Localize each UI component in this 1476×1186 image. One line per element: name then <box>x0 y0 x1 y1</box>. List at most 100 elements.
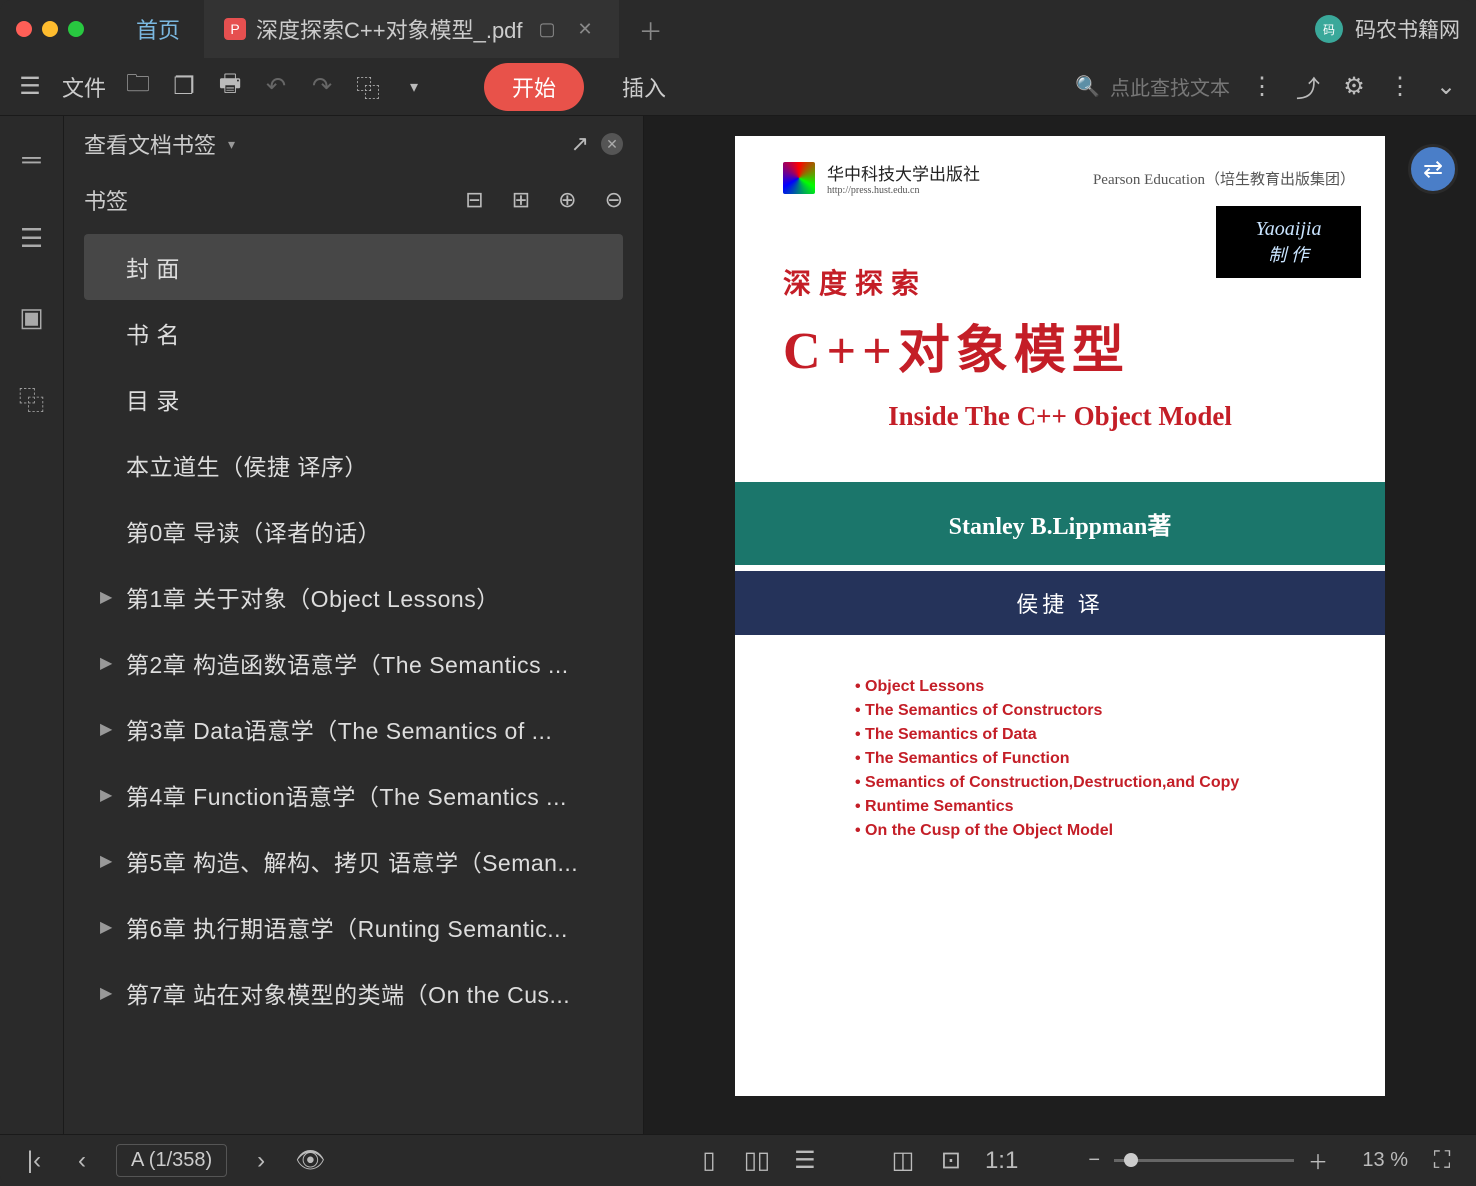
collapse-icon[interactable]: ⌄ <box>1432 72 1460 101</box>
caret-right-icon[interactable]: ▶ <box>100 785 114 805</box>
bookmark-label: 封 面 <box>126 250 180 284</box>
bookmark-item[interactable]: ▶ 第1章 关于对象（Object Lessons） <box>84 564 623 630</box>
file-menu-button[interactable]: 文件 <box>62 71 106 103</box>
bookmark-label: 第1章 关于对象（Object Lessons） <box>126 580 500 614</box>
caret-right-icon[interactable]: ▶ <box>100 917 114 937</box>
copy-icon[interactable]: ❐ <box>170 72 198 101</box>
caret-right-icon[interactable]: ▶ <box>100 653 114 673</box>
sidebar: 查看文档书签 ▾ ↗ ✕ 书签 ⊟ ⊞ ⊕ ⊖ ▶封 面▶书 名▶目 录▶本立道… <box>64 116 644 1134</box>
add-tab-button[interactable]: ＋ <box>619 12 683 47</box>
bookmark-item[interactable]: ▶ 第3章 Data语意学（The Semantics of ... <box>84 696 623 762</box>
badge-line-1: Yaoaijia <box>1256 218 1322 241</box>
translate-button[interactable]: ⇄ <box>1408 144 1458 194</box>
prev-page-icon[interactable]: ‹ <box>68 1147 96 1175</box>
bookmark-item[interactable]: ▶本立道生（侯捷 译序） <box>84 432 623 498</box>
close-sidebar-icon[interactable]: ✕ <box>601 133 623 155</box>
gear-icon[interactable]: ⚙ <box>1340 72 1368 101</box>
expand-all-icon[interactable]: ⊞ <box>512 187 530 213</box>
share-icon[interactable]: ⤴ <box>1294 69 1322 104</box>
bookmark-item[interactable]: ▶第0章 导读（译者的话） <box>84 498 623 564</box>
minimize-window-button[interactable] <box>42 21 58 37</box>
remove-bookmark-icon[interactable]: ⊖ <box>605 187 623 213</box>
undo-icon[interactable]: ↶ <box>262 72 290 101</box>
topic-item: Object Lessons <box>855 675 1355 699</box>
outline-toggle-icon[interactable]: ═ <box>22 144 40 175</box>
close-window-button[interactable] <box>16 21 32 37</box>
topic-item: Semantics of Construction,Destruction,an… <box>855 771 1355 795</box>
single-page-icon[interactable]: ▯ <box>695 1146 723 1175</box>
caret-right-icon[interactable]: ▶ <box>100 851 114 871</box>
zoom-in-icon[interactable]: ＋ <box>1308 1146 1328 1175</box>
menu-icon[interactable]: ☰ <box>16 72 44 101</box>
slider-track[interactable] <box>1114 1159 1294 1162</box>
user-area[interactable]: 码 码农书籍网 <box>1315 14 1460 44</box>
user-name-label: 码农书籍网 <box>1355 14 1460 44</box>
open-folder-icon[interactable]: 🗀 <box>124 66 152 107</box>
topic-item: On the Cusp of the Object Model <box>855 819 1355 843</box>
bookmark-item[interactable]: ▶第7章 站在对象模型的类端（On the Cus... <box>84 960 623 1026</box>
fullscreen-icon[interactable]: ⛶ <box>1428 1147 1456 1175</box>
caret-right-icon[interactable]: ▶ <box>100 719 114 739</box>
bookmark-item[interactable]: ▶第5章 构造、解构、拷贝 语意学（Seman... <box>84 828 623 894</box>
caret-right-icon[interactable]: ▶ <box>100 587 114 607</box>
chevron-down-icon[interactable]: ▾ <box>228 136 235 153</box>
bookmark-label: 第6章 执行期语意学（Runting Semantic... <box>126 910 568 944</box>
bookmark-item[interactable]: ▶第4章 Function语意学（The Semantics ... <box>84 762 623 828</box>
topic-item: The Semantics of Data <box>855 723 1355 747</box>
first-page-icon[interactable]: |‹ <box>20 1147 48 1175</box>
insert-menu-button[interactable]: 插入 <box>622 71 666 103</box>
collapse-all-icon[interactable]: ⊟ <box>465 187 483 213</box>
redo-icon[interactable]: ↷ <box>308 72 336 101</box>
pearson-label: Pearson Education（培生教育出版集团） <box>1093 168 1355 189</box>
bookmark-label: 第2章 构造函数语意学（The Semantics ... <box>126 646 569 680</box>
start-button[interactable]: 开始 <box>484 63 584 111</box>
bookmark-item[interactable]: ▶ 第6章 执行期语意学（Runting Semantic... <box>84 894 623 960</box>
page-indicator-input[interactable]: A (1/358) <box>116 1144 227 1177</box>
bookmark-item[interactable]: ▶封 面 <box>84 234 623 300</box>
slider-thumb[interactable] <box>1124 1153 1138 1167</box>
list-icon[interactable]: ☰ <box>20 223 43 254</box>
next-page-icon[interactable]: › <box>247 1147 275 1175</box>
chevron-down-icon[interactable]: ▾ <box>400 77 428 97</box>
zoom-out-icon[interactable]: − <box>1088 1149 1100 1172</box>
tab-home-label: 首页 <box>136 13 180 45</box>
avatar: 码 <box>1315 15 1343 43</box>
search-area[interactable]: 🔍 点此查找文本 <box>1075 72 1230 101</box>
two-page-icon[interactable]: ▯▯ <box>743 1146 771 1175</box>
print-icon[interactable]: 🖶 <box>216 66 244 107</box>
screenshot-icon[interactable]: ⿻ <box>354 69 382 104</box>
tab-document[interactable]: P 深度探索C++对象模型_.pdf ▢ ✕ <box>204 0 619 58</box>
bookmark-item[interactable]: ▶ 第2章 构造函数语意学（The Semantics ... <box>84 630 623 696</box>
expand-icon[interactable]: ↗ <box>571 131 589 157</box>
search-placeholder: 点此查找文本 <box>1110 72 1230 101</box>
external-display-icon[interactable]: ▢ <box>533 19 562 40</box>
thumbnail-icon[interactable]: ▣ <box>19 302 44 333</box>
maximize-window-button[interactable] <box>68 21 84 37</box>
tab-strip: 首页 P 深度探索C++对象模型_.pdf ▢ ✕ ＋ <box>112 0 1303 58</box>
search-icon: 🔍 <box>1075 74 1100 99</box>
caret-right-icon[interactable]: ▶ <box>100 983 114 1003</box>
bookmark-label: 第0章 导读（译者的话） <box>126 514 381 548</box>
actual-size-icon[interactable]: 1:1 <box>985 1147 1018 1175</box>
publisher-name: 华中科技大学出版社 <box>827 160 980 185</box>
bookmark-item[interactable]: ▶目 录 <box>84 366 623 432</box>
zoom-slider[interactable]: − ＋ <box>1088 1146 1328 1175</box>
author-band: Stanley B.Lippman著 <box>735 482 1385 565</box>
fit-width-icon[interactable]: ◫ <box>889 1146 917 1175</box>
bookmark-label: 第3章 Data语意学（The Semantics of ... <box>126 712 552 746</box>
more-vertical-icon[interactable]: ⋮ <box>1248 72 1276 101</box>
close-tab-icon[interactable]: ✕ <box>572 19 599 40</box>
bookmark-label: 书 名 <box>126 316 180 350</box>
attachment-icon[interactable]: ⿻ <box>18 381 44 418</box>
add-bookmark-icon[interactable]: ⊕ <box>558 187 576 213</box>
fit-page-icon[interactable]: ⊡ <box>937 1146 965 1175</box>
viewer-content[interactable]: 华中科技大学出版社 http://press.hust.edu.cn Pears… <box>644 116 1476 1134</box>
overflow-icon[interactable]: ⋮ <box>1386 72 1414 101</box>
badge-line-2: 制 作 <box>1268 241 1309 267</box>
publisher-url: http://press.hust.edu.cn <box>827 185 980 196</box>
tab-home[interactable]: 首页 <box>112 0 204 58</box>
eye-icon[interactable]: 👁 <box>295 1146 325 1175</box>
pdf-page: 华中科技大学出版社 http://press.hust.edu.cn Pears… <box>735 136 1385 1096</box>
bookmark-item[interactable]: ▶书 名 <box>84 300 623 366</box>
continuous-icon[interactable]: ☰ <box>791 1146 819 1175</box>
